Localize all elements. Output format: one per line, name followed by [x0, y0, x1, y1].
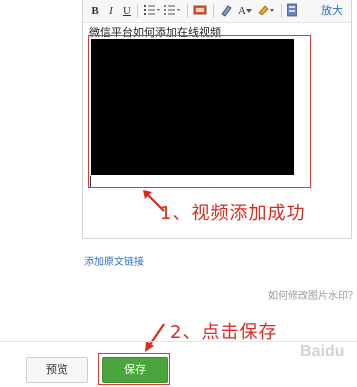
preview-button[interactable]: 预览 — [26, 357, 88, 383]
highlight-color-icon[interactable] — [257, 3, 277, 19]
toolbar-divider — [137, 4, 138, 18]
zoom-button[interactable]: 放大 — [319, 3, 345, 19]
arrow-to-save-icon — [145, 323, 165, 352]
font-color-button[interactable]: A — [235, 3, 255, 19]
underline-button[interactable]: U — [121, 3, 133, 19]
editor-toolbar: B I U A 放大 — [83, 0, 351, 23]
toolbar-divider — [213, 4, 214, 18]
step-one-annotation: 1、视频添加成功 — [160, 203, 306, 224]
toolbar-divider — [281, 4, 282, 18]
text-cursor — [90, 176, 91, 188]
watermark-help-link[interactable]: 如何修改图片水印？ — [268, 287, 357, 302]
add-source-link[interactable]: 添加原文链接 — [84, 253, 144, 268]
ordered-list-icon[interactable] — [143, 3, 161, 19]
footer-divider — [0, 341, 357, 342]
article-title-text: 微信平台如何添加在线视频 — [89, 27, 221, 39]
embedded-video[interactable] — [91, 39, 294, 175]
eraser-icon[interactable] — [219, 3, 233, 19]
bold-button[interactable]: B — [89, 3, 101, 19]
unordered-list-icon[interactable] — [163, 3, 181, 19]
insert-image-icon[interactable] — [193, 3, 207, 19]
save-button[interactable]: 保存 — [102, 357, 168, 383]
font-color-label: A — [238, 5, 246, 17]
toolbar-divider — [187, 4, 188, 18]
insert-video-icon[interactable] — [286, 3, 298, 19]
baidu-watermark-logo: Baidu — [300, 343, 345, 360]
italic-button[interactable]: I — [105, 3, 117, 19]
